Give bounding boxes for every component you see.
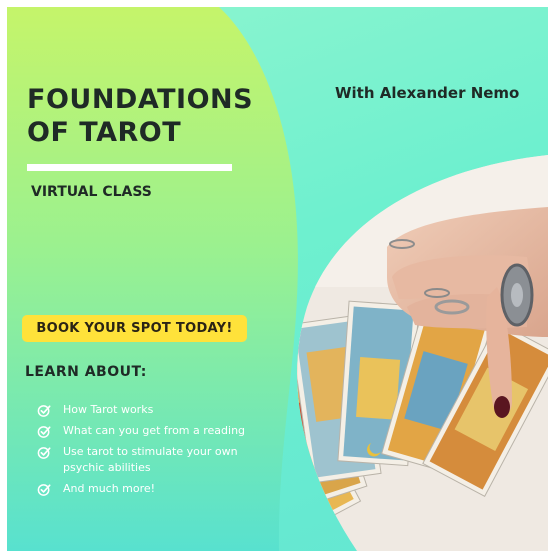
learn-list: How Tarot works What can you get from a …	[37, 402, 267, 502]
list-item: And much more!	[37, 481, 267, 497]
list-item-text: And much more!	[63, 482, 156, 495]
class-title-line-2: OF TAROT	[27, 117, 182, 148]
book-spot-button[interactable]: BOOK YOUR SPOT TODAY!	[22, 315, 247, 342]
list-item-text: What can you get from a reading	[63, 424, 246, 437]
check-circle-icon	[37, 447, 51, 459]
flyer: FOUNDATIONS OF TAROT VIRTUAL CLASS With …	[7, 7, 548, 551]
title-underline	[27, 164, 232, 171]
class-title: FOUNDATIONS OF TAROT	[27, 83, 253, 149]
check-circle-icon	[37, 484, 51, 496]
list-item: What can you get from a reading	[37, 423, 267, 439]
check-circle-icon	[37, 426, 51, 438]
check-circle-icon	[37, 405, 51, 417]
host-name: With Alexander Nemo	[335, 84, 520, 102]
class-title-line-1: FOUNDATIONS	[27, 84, 254, 115]
class-subtitle: VIRTUAL CLASS	[31, 184, 152, 200]
list-item-text: Use tarot to stimulate your own psychic …	[63, 445, 238, 474]
list-item: Use tarot to stimulate your own psychic …	[37, 444, 267, 476]
list-item: How Tarot works	[37, 402, 267, 418]
learn-heading: LEARN ABOUT:	[25, 364, 147, 380]
list-item-text: How Tarot works	[63, 403, 154, 416]
